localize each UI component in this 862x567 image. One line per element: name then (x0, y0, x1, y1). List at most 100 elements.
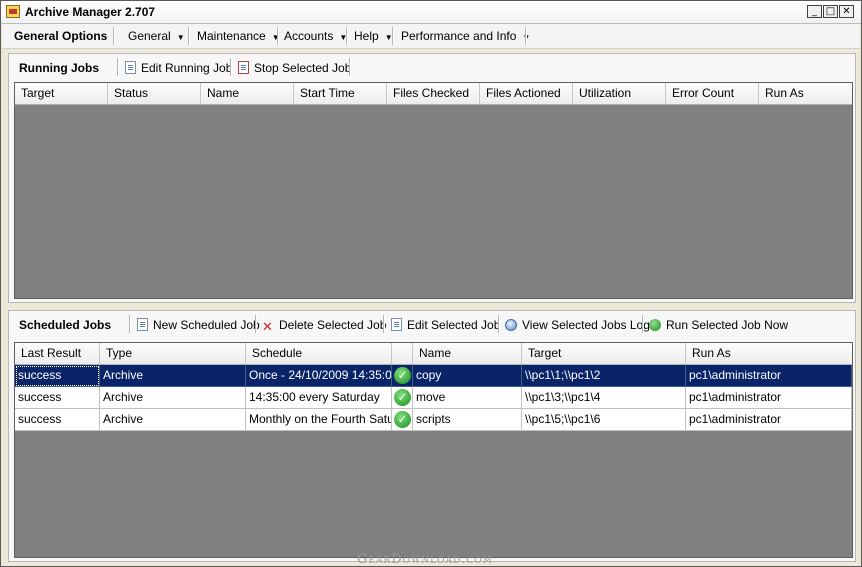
column-header-type[interactable]: Type (100, 343, 246, 364)
toolbar-separator (383, 315, 385, 333)
cell-type: Archive (100, 365, 246, 387)
column-header-name[interactable]: Name (201, 83, 294, 104)
maximize-button[interactable]: □ (823, 5, 838, 18)
cell-name: copy (413, 365, 522, 387)
table-row[interactable]: success Archive 14:35:00 every Saturday … (15, 387, 852, 409)
cell-enabled: ✓ (392, 365, 413, 387)
running-jobs-panel: Running Jobs Edit Running Job Stop Selec… (8, 53, 856, 303)
new-document-icon (137, 318, 148, 331)
cell-name: scripts (413, 409, 522, 431)
scheduled-jobs-panel: Scheduled Jobs New Scheduled Job ✕ Delete… (8, 310, 856, 562)
title-bar[interactable]: Archive Manager 2.707 _ □ ✕ (1, 1, 861, 24)
column-header-schedule[interactable]: Schedule (246, 343, 392, 364)
edit-document-icon (125, 61, 136, 74)
edit-running-job-label: Edit Running Job (141, 61, 233, 75)
column-header-target[interactable]: Target (522, 343, 686, 364)
table-row[interactable]: success Archive Monthly on the Fourth Sa… (15, 409, 852, 431)
menu-general[interactable]: General ▼ (128, 29, 185, 45)
column-header-files-actioned[interactable]: Files Actioned (480, 83, 573, 104)
toolbar-separator (117, 58, 119, 76)
cell-enabled: ✓ (392, 409, 413, 431)
column-header-error-count[interactable]: Error Count (666, 83, 759, 104)
stop-document-icon (238, 61, 249, 74)
running-jobs-title: Running Jobs (19, 61, 99, 75)
column-header-run-as[interactable]: Run As (686, 343, 852, 364)
general-options-label: General Options (14, 29, 108, 43)
menu-help[interactable]: Help ▼ (354, 29, 393, 45)
view-selected-jobs-log-button[interactable]: View Selected Jobs Log (505, 318, 650, 334)
new-scheduled-job-label: New Scheduled Job (153, 318, 260, 332)
check-icon: ✓ (394, 411, 411, 428)
column-header-utilization[interactable]: Utilization (573, 83, 666, 104)
scheduled-jobs-header: Last Result Type Schedule Name Target Ru… (15, 343, 852, 365)
cell-name: move (413, 387, 522, 409)
menu-performance-and-info[interactable]: Performance and Info▼ (401, 29, 530, 45)
running-jobs-grid[interactable]: Target Status Name Start Time Files Chec… (14, 82, 853, 299)
cell-run-as: pc1\administrator (686, 409, 852, 431)
delete-selected-job-button[interactable]: ✕ Delete Selected Job (262, 318, 386, 334)
check-icon: ✓ (394, 367, 411, 384)
column-header-name[interactable]: Name (413, 343, 522, 364)
cell-last-result: success (15, 387, 100, 409)
cell-last-result: success (15, 365, 100, 387)
delete-selected-job-label: Delete Selected Job (279, 318, 387, 332)
column-header-status[interactable]: Status (108, 83, 201, 104)
column-header-run-as[interactable]: Run As (759, 83, 852, 104)
edit-selected-job-label: Edit Selected Job (407, 318, 501, 332)
close-button[interactable]: ✕ (839, 5, 854, 18)
cell-schedule: 14:35:00 every Saturday (246, 387, 392, 409)
cell-run-as: pc1\administrator (686, 387, 852, 409)
scheduled-jobs-title: Scheduled Jobs (19, 318, 112, 332)
toolbar-separator (230, 58, 232, 76)
new-scheduled-job-button[interactable]: New Scheduled Job (137, 318, 260, 334)
view-selected-jobs-log-label: View Selected Jobs Log (522, 318, 650, 332)
menu-bar: General Options General ▼ Maintenance ▼ Ac… (2, 24, 860, 49)
cell-target: \\pc1\1;\\pc1\2 (522, 365, 686, 387)
minimize-button[interactable]: _ (807, 5, 822, 18)
menu-maintenance[interactable]: Maintenance ▼ (197, 29, 280, 45)
menu-separator (113, 27, 115, 45)
app-window: Archive Manager 2.707 _ □ ✕ General Opti… (0, 0, 862, 567)
menu-general-label: General (128, 29, 171, 43)
cell-run-as: pc1\administrator (686, 365, 852, 387)
toolbar-separator (642, 315, 644, 333)
column-header-enabled[interactable] (392, 343, 413, 364)
cell-target: \\pc1\3;\\pc1\4 (522, 387, 686, 409)
stop-selected-job-button[interactable]: Stop Selected Job (238, 61, 351, 77)
menu-separator (525, 27, 527, 45)
edit-running-job-button[interactable]: Edit Running Job (125, 61, 232, 77)
run-play-icon (649, 319, 661, 331)
running-jobs-toolbar: Running Jobs Edit Running Job Stop Selec… (9, 54, 855, 82)
check-icon: ✓ (394, 389, 411, 406)
delete-icon: ✕ (262, 319, 273, 334)
running-jobs-header: Target Status Name Start Time Files Chec… (15, 83, 852, 105)
menu-separator (188, 27, 190, 45)
log-view-icon (505, 319, 517, 331)
cell-target: \\pc1\5;\\pc1\6 (522, 409, 686, 431)
toolbar-separator (129, 315, 131, 333)
column-header-files-checked[interactable]: Files Checked (387, 83, 480, 104)
cell-type: Archive (100, 409, 246, 431)
run-selected-job-now-label: Run Selected Job Now (666, 318, 789, 332)
column-header-last-result[interactable]: Last Result (15, 343, 100, 364)
window-title: Archive Manager 2.707 (25, 5, 156, 19)
cell-type: Archive (100, 387, 246, 409)
menu-performance-label: Performance and Info (401, 29, 517, 43)
table-row[interactable]: success Archive Once - 24/10/2009 14:35:… (15, 365, 852, 387)
column-header-target[interactable]: Target (15, 83, 108, 104)
menu-separator (277, 27, 279, 45)
menu-accounts-label: Accounts (284, 29, 334, 43)
column-header-start-time[interactable]: Start Time (294, 83, 387, 104)
app-icon (6, 5, 20, 18)
scheduled-jobs-grid[interactable]: Last Result Type Schedule Name Target Ru… (14, 342, 853, 558)
run-selected-job-now-button[interactable]: Run Selected Job Now (649, 318, 788, 334)
cell-schedule: Once - 24/10/2009 14:35:00 (246, 365, 392, 387)
cell-schedule: Monthly on the Fourth Satu... (246, 409, 392, 431)
edit-selected-job-button[interactable]: Edit Selected Job (391, 318, 500, 334)
stop-selected-job-label: Stop Selected Job (254, 61, 352, 75)
cell-last-result: success (15, 409, 100, 431)
menu-accounts[interactable]: Accounts ▼ (284, 29, 347, 45)
menu-help-label: Help (354, 29, 379, 43)
toolbar-separator (349, 58, 351, 76)
edit-document-icon (391, 318, 402, 331)
